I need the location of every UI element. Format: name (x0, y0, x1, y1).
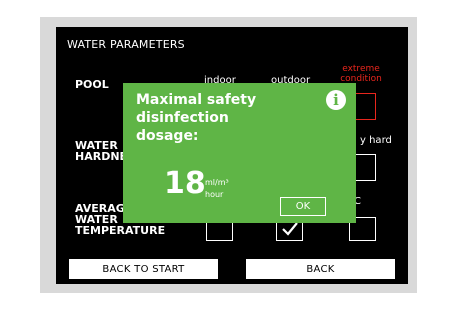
back-to-start-button[interactable]: BACK TO START (69, 259, 218, 279)
dosage-dialog: Maximal safety disinfection dosage: i 18… (123, 83, 356, 223)
dosage-unit-bottom: hour (205, 190, 224, 199)
dosage-unit-top: ml/m³ (205, 178, 229, 187)
dosage-value: 18 (164, 166, 206, 201)
back-button[interactable]: BACK (246, 259, 395, 279)
ok-button[interactable]: OK (280, 197, 326, 216)
dialog-message: Maximal safety disinfection dosage: (136, 92, 257, 144)
row-label-pool: POOL (75, 78, 109, 91)
col-label-very-hard: y hard (360, 135, 392, 146)
screen-title: WATER PARAMETERS (67, 38, 185, 51)
col-label-extreme: extreme condition (340, 64, 382, 84)
info-icon: i (326, 90, 346, 110)
